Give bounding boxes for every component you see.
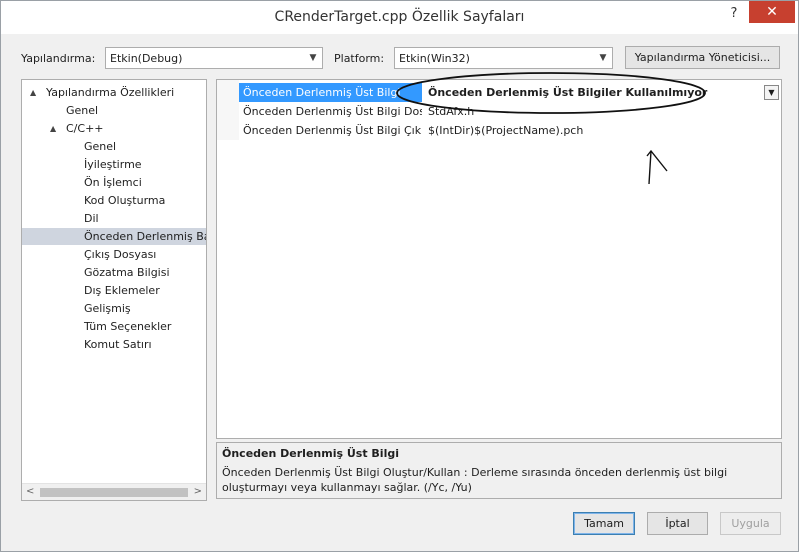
- title-bar: CRenderTarget.cpp Özellik Sayfaları ? ✕: [1, 1, 798, 34]
- tree-item-code-generation[interactable]: Kod Oluşturma: [22, 192, 206, 209]
- property-name[interactable]: Önceden Derlenmiş Üst Bilgi: [239, 83, 422, 102]
- tree-item-browse-information[interactable]: Gözatma Bilgisi: [22, 264, 206, 281]
- tree-item-all-options[interactable]: Tüm Seçenekler: [22, 318, 206, 335]
- property-name[interactable]: Önceden Derlenmiş Üst Bilgi Çıkış: [239, 121, 422, 140]
- tree-item-label: Gözatma Bilgisi: [84, 266, 170, 279]
- tree-item-label: Gelişmiş: [84, 302, 131, 315]
- property-row[interactable]: Önceden Derlenmiş Üst Bilgi Önceden Derl…: [217, 83, 781, 102]
- chevron-down-icon: ▼: [599, 53, 607, 63]
- tree-item-label: Tüm Seçenekler: [84, 320, 172, 333]
- apply-button: Uygula: [720, 512, 781, 535]
- expand-icon[interactable]: ▲: [30, 84, 36, 101]
- tree-item-label: Önceden Derlenmiş Ba: [84, 230, 207, 243]
- tree-item-c-cpp[interactable]: ▲ C/C++: [22, 120, 206, 137]
- tree-item-label: Ön İşlemci: [84, 176, 142, 189]
- tree-item-configuration-properties[interactable]: ▲ Yapılandırma Özellikleri: [22, 84, 206, 101]
- property-row[interactable]: Önceden Derlenmiş Üst Bilgi Çıkış $(IntD…: [217, 121, 781, 140]
- tree-item-label: İyileştirme: [84, 158, 142, 171]
- tree-item-label: Komut Satırı: [84, 338, 152, 351]
- chevron-down-icon[interactable]: ▼: [764, 85, 779, 100]
- tree-item-optimization[interactable]: İyileştirme: [22, 156, 206, 173]
- chevron-down-icon: ▼: [309, 53, 317, 63]
- configuration-dropdown[interactable]: Etkin(Debug) ▼: [105, 47, 323, 69]
- tree-item-advanced[interactable]: Gelişmiş: [22, 300, 206, 317]
- configuration-manager-button[interactable]: Yapılandırma Yöneticisi...: [625, 46, 780, 69]
- tree-item-label: Yapılandırma Özellikleri: [46, 86, 175, 99]
- expand-icon[interactable]: ▲: [50, 120, 56, 137]
- tree-item-label: Genel: [84, 140, 117, 153]
- tree-item-language[interactable]: Dil: [22, 210, 206, 227]
- description-body: Önceden Derlenmiş Üst Bilgi Oluştur/Kull…: [222, 466, 728, 494]
- platform-label: Platform:: [334, 52, 385, 65]
- tree-item-label: C/C++: [66, 122, 104, 135]
- tree-item-label: Dış Eklemeler: [84, 284, 160, 297]
- tree-horizontal-scrollbar[interactable]: < >: [22, 483, 206, 500]
- tree-item-label: Dil: [84, 212, 99, 225]
- property-tree[interactable]: ▲ Yapılandırma Özellikleri Genel ▲ C/C++…: [21, 79, 207, 501]
- tree-item-precompiled-headers[interactable]: Önceden Derlenmiş Ba: [22, 228, 206, 245]
- description-title: Önceden Derlenmiş Üst Bilgi: [222, 447, 399, 460]
- configuration-label: Yapılandırma:: [21, 52, 96, 65]
- configuration-value: Etkin(Debug): [110, 52, 183, 65]
- tree-item-preprocessor[interactable]: Ön İşlemci: [22, 174, 206, 191]
- tree-item-external-includes[interactable]: Dış Eklemeler: [22, 282, 206, 299]
- window-title: CRenderTarget.cpp Özellik Sayfaları: [274, 9, 525, 25]
- scroll-left-icon[interactable]: <: [26, 486, 34, 497]
- tree-item-label: Genel: [66, 104, 99, 117]
- property-grid: Önceden Derlenmiş Üst Bilgi Önceden Derl…: [216, 79, 782, 439]
- tree-item-command-line[interactable]: Komut Satırı: [22, 336, 206, 353]
- tree-item-c-general[interactable]: Genel: [22, 138, 206, 155]
- property-pages-dialog: CRenderTarget.cpp Özellik Sayfaları ? ✕ …: [0, 0, 799, 552]
- tree-item-label: Kod Oluşturma: [84, 194, 166, 207]
- tree-item-general[interactable]: Genel: [22, 102, 206, 119]
- cancel-button[interactable]: İptal: [647, 512, 708, 535]
- tree-item-label: Çıkış Dosyası: [84, 248, 157, 261]
- help-button[interactable]: ?: [721, 3, 747, 25]
- scroll-right-icon[interactable]: >: [194, 486, 202, 497]
- scrollbar-thumb[interactable]: [40, 488, 188, 497]
- platform-value: Etkin(Win32): [399, 52, 470, 65]
- tree-item-output-files[interactable]: Çıkış Dosyası: [22, 246, 206, 263]
- description-panel: Önceden Derlenmiş Üst Bilgi Önceden Derl…: [216, 442, 782, 499]
- close-button[interactable]: ✕: [749, 1, 795, 23]
- ok-button[interactable]: Tamam: [573, 512, 635, 535]
- property-row[interactable]: Önceden Derlenmiş Üst Bilgi Dosy StdAfx.…: [217, 102, 781, 121]
- property-value[interactable]: Önceden Derlenmiş Üst Bilgiler Kullanılm…: [425, 83, 781, 102]
- platform-dropdown[interactable]: Etkin(Win32) ▼: [394, 47, 613, 69]
- property-value[interactable]: $(IntDir)$(ProjectName).pch: [425, 121, 781, 140]
- property-name[interactable]: Önceden Derlenmiş Üst Bilgi Dosy: [239, 102, 422, 121]
- property-value[interactable]: StdAfx.h: [425, 102, 781, 121]
